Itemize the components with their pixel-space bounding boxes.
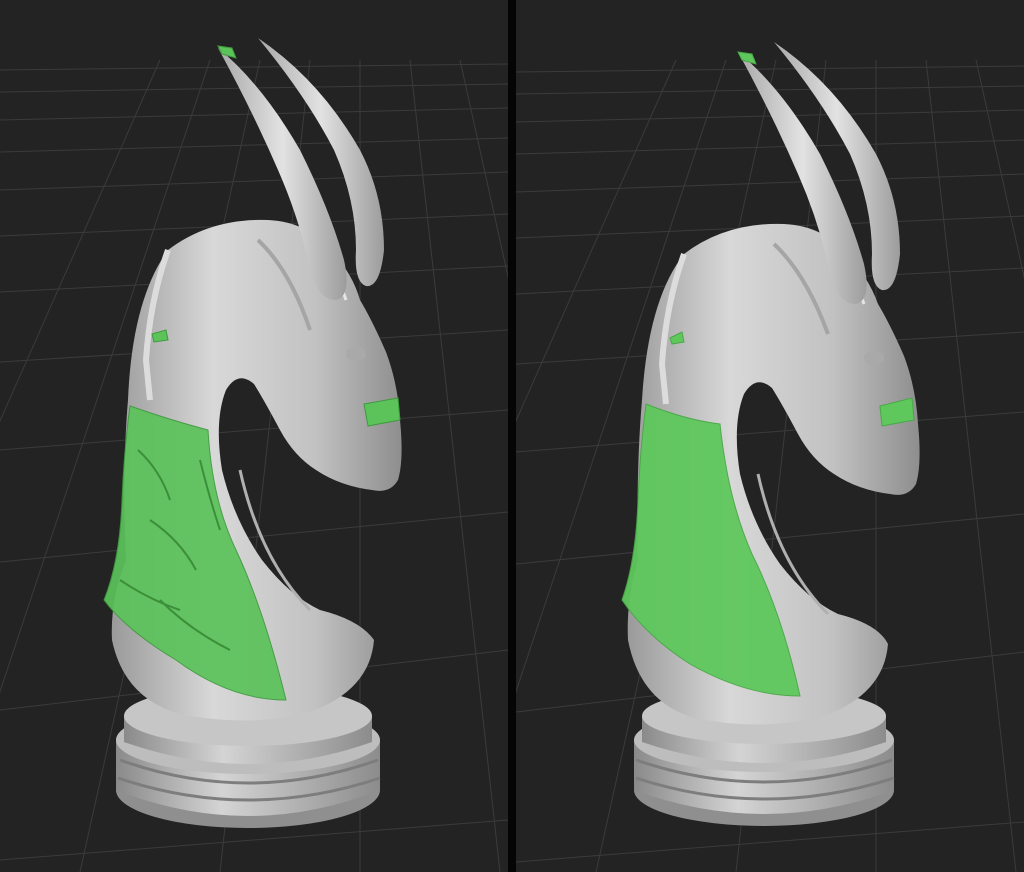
viewport-divider[interactable] xyxy=(508,0,516,872)
viewport-canvas[interactable] xyxy=(0,0,508,872)
viewport-canvas[interactable] xyxy=(516,0,1024,872)
viewport-right[interactable] xyxy=(516,0,1024,872)
viewport-left[interactable] xyxy=(0,0,508,872)
